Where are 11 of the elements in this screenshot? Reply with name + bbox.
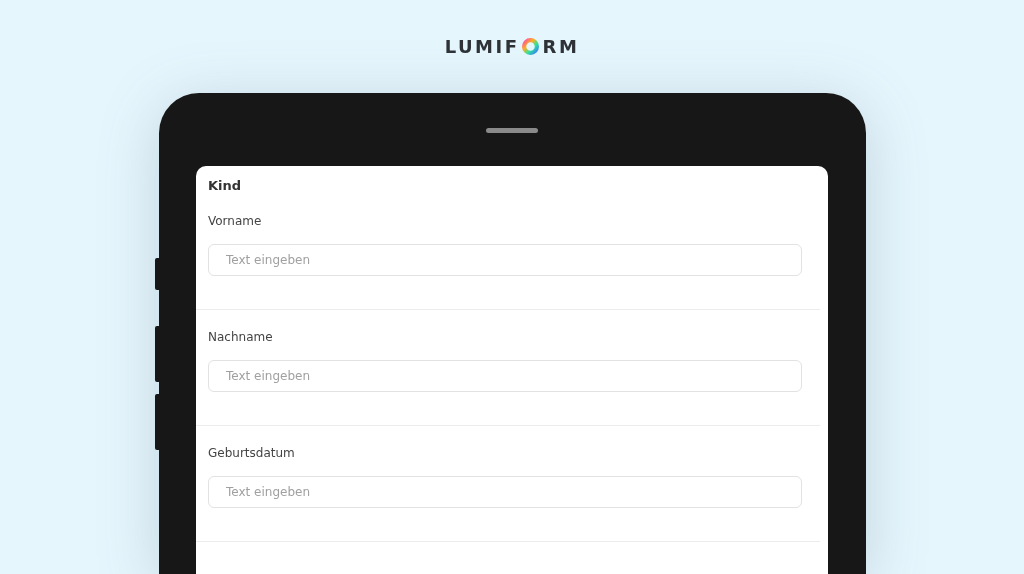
input-field[interactable]: Text eingeben [208, 360, 802, 392]
logo-ring-icon [521, 37, 539, 55]
field-label: Geburtsdatum [208, 446, 296, 462]
form-title: Kind [208, 178, 243, 195]
speaker-slot [486, 128, 538, 133]
input-field[interactable]: Text eingeben [208, 476, 802, 508]
field-label: Vorname [208, 214, 263, 230]
logo-text: LUMIF [444, 35, 520, 57]
input-field[interactable]: Text eingeben [208, 244, 802, 276]
field-label: Nachname [208, 330, 274, 346]
logo-text: RM [542, 35, 580, 57]
